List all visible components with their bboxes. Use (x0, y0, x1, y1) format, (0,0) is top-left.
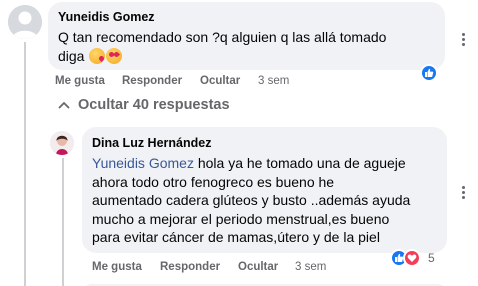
reply-button[interactable]: Responder (160, 261, 220, 273)
comment-text-line: diga (58, 47, 386, 66)
comment-author[interactable]: Yuneidis Gomez (58, 10, 155, 24)
comment-text-line: mucho a mejorar el periodo menstrual,es … (92, 210, 390, 227)
profile-photo-icon (50, 131, 74, 155)
comment-text-line: ahora todo otro fenogreco es bueno he (92, 173, 335, 190)
comment-text-line: para evitar cáncer de mamas,útero y de l… (92, 229, 380, 245)
avatar[interactable] (8, 5, 42, 39)
more-options-icon[interactable] (456, 184, 472, 200)
comment-text-line: Yuneidis Gomez hola ya he tomado una de … (92, 154, 410, 173)
more-options-icon[interactable] (456, 31, 472, 47)
heart-eyes-emoji-icon (106, 47, 123, 64)
like-button[interactable]: Me gusta (92, 261, 142, 273)
thread-connector-line (24, 42, 26, 286)
default-avatar-icon (8, 5, 42, 39)
love-reaction-icon (403, 249, 421, 267)
comment-text-line: Q tan recomendado son ?q alguien q las a… (58, 29, 387, 45)
hide-button[interactable]: Ocultar (200, 75, 240, 87)
comment-text: Q tan recomendado son ?q alguien q las a… (58, 28, 386, 65)
comment-author[interactable]: Dina Luz Hernández (92, 136, 211, 150)
hide-replies-button[interactable]: Ocultar 40 respuestas (78, 97, 230, 113)
comment-text-fragment: diga (58, 47, 85, 64)
mention-link[interactable]: Yuneidis Gomez (92, 155, 194, 171)
hide-button[interactable]: Ocultar (238, 261, 278, 273)
reaction-summary[interactable]: 5 (390, 249, 450, 269)
reply-button[interactable]: Responder (122, 75, 182, 87)
like-reaction-icon[interactable] (420, 64, 438, 82)
comment-text: Yuneidis Gomez hola ya he tomado una de … (92, 154, 410, 247)
avatar[interactable] (50, 131, 74, 155)
timestamp[interactable]: 3 sem (295, 261, 326, 273)
chevron-up-icon[interactable] (58, 100, 70, 110)
comment-text-fragment: hola ya he tomado una de agueje (193, 155, 406, 171)
comment-text-line: aumentado cadera glúteos y busto ..ademá… (92, 192, 411, 208)
like-button[interactable]: Me gusta (55, 75, 105, 87)
reply-thread-connector-line (62, 158, 64, 286)
timestamp[interactable]: 3 sem (258, 75, 289, 87)
kissing-heart-emoji-icon (89, 47, 106, 64)
reaction-count: 5 (428, 251, 435, 265)
